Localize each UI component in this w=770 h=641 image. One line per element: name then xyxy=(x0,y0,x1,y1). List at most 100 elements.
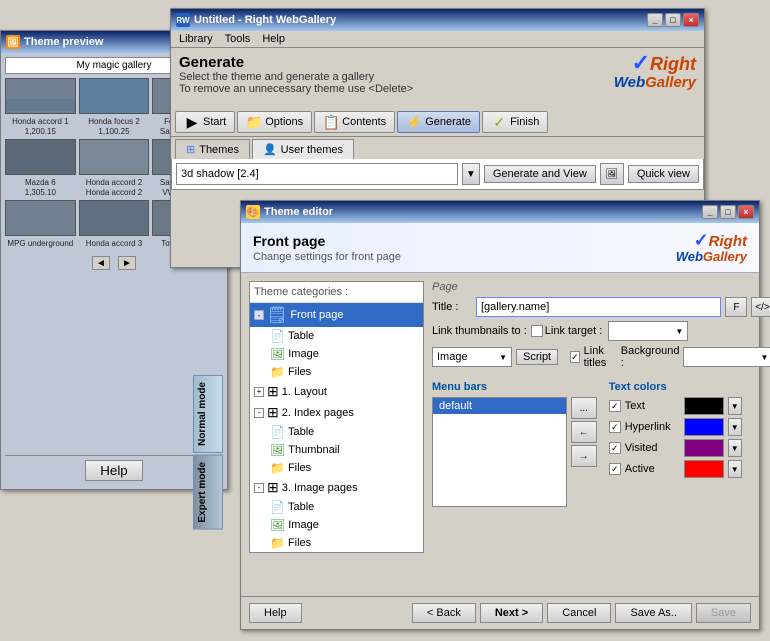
tree-item-index-pages[interactable]: - ⊞ 2. Index pages xyxy=(250,402,423,423)
text-color-active-checkbox[interactable]: ✓ xyxy=(609,463,621,475)
editor-maximize-btn[interactable]: □ xyxy=(720,205,736,219)
right-panel: Page Title : F </> Link thumbnails to : … xyxy=(432,281,770,553)
menu-tools[interactable]: Tools xyxy=(225,33,251,45)
prev-arrow[interactable]: ◄ xyxy=(92,256,110,270)
rwg-content: ✓Right WebGallery Generate Select the th… xyxy=(171,48,704,108)
tree-label-files-3: Files xyxy=(288,537,311,549)
link-titles-checkbox[interactable]: ✓ xyxy=(570,351,580,363)
expert-mode-tab[interactable]: Expert mode xyxy=(193,455,223,530)
menu-list-item-default[interactable]: default xyxy=(433,398,566,414)
tree-item-files-2[interactable]: 📁 Files xyxy=(250,459,423,477)
text-color-visited-swatch xyxy=(684,439,724,457)
tree-item-folders[interactable]: + ⊞ 4. Folders xyxy=(250,552,423,553)
link-titles-label: Link titles xyxy=(584,345,609,369)
text-color-active-dropdown[interactable]: ▼ xyxy=(728,460,742,478)
themes-dropdown[interactable]: 3d shadow [2.4] xyxy=(176,163,458,185)
tree-item-image-pages[interactable]: - ⊞ 3. Image pages xyxy=(250,477,423,498)
editor-cancel-btn[interactable]: Cancel xyxy=(547,603,611,623)
themes-tabs: ⊞ Themes 👤 User themes xyxy=(171,137,704,159)
editor-window-title: Theme editor xyxy=(264,206,333,218)
rwg-maximize-btn[interactable]: □ xyxy=(665,13,681,27)
tree-label-files-2: Files xyxy=(288,462,311,474)
finish-btn[interactable]: ✓ Finish xyxy=(482,111,548,133)
page-section-label: Page xyxy=(432,281,770,293)
link-target-select[interactable]: ▼ xyxy=(608,321,688,341)
menu-dots-btn[interactable]: ... xyxy=(571,397,597,419)
editor-back-btn[interactable]: < Back xyxy=(412,603,476,623)
themes-dropdown-row: 3d shadow [2.4] ▼ Generate and View 🖼 Qu… xyxy=(171,159,704,190)
text-color-visited-checkbox[interactable]: ✓ xyxy=(609,442,621,454)
expand-layout[interactable]: + xyxy=(254,387,264,397)
menu-help[interactable]: Help xyxy=(262,33,285,45)
text-color-hyperlink-dropdown[interactable]: ▼ xyxy=(728,418,742,436)
tree-item-thumbnail[interactable]: 🖼 Thumbnail xyxy=(250,441,423,459)
script-btn[interactable]: Script xyxy=(516,349,558,365)
tag-btn[interactable]: </> xyxy=(751,297,770,317)
tree-item-table-3[interactable]: 📄 Table xyxy=(250,498,423,516)
generate-btn[interactable]: ⚡ Generate xyxy=(397,111,480,133)
rwg-logo: ✓Right WebGallery xyxy=(614,52,696,91)
tree-item-image-2[interactable]: 🖼 Image xyxy=(250,516,423,534)
thumb-price-4: 1,305.10 xyxy=(5,188,76,197)
thumb-label-4: Mazda 6 xyxy=(5,178,76,187)
options-btn[interactable]: 📁 Options xyxy=(237,111,312,133)
tree-item-front-page[interactable]: - 🗒 Front page xyxy=(250,303,423,327)
themes-tab[interactable]: ⊞ Themes xyxy=(175,139,250,159)
tree-label-layout: 1. Layout xyxy=(282,386,327,398)
files-3-icon: 📁 xyxy=(270,536,285,550)
editor-minimize-btn[interactable]: _ xyxy=(702,205,718,219)
quick-view-btn[interactable]: Quick view xyxy=(628,165,699,183)
generate-view-btn[interactable]: Generate and View xyxy=(484,165,596,183)
title-input[interactable] xyxy=(476,297,721,317)
tree-item-image-1[interactable]: 🖼 Image xyxy=(250,345,423,363)
editor-close-btn[interactable]: × xyxy=(738,205,754,219)
preview-help-btn[interactable]: Help xyxy=(85,460,142,481)
menu-next-btn[interactable]: → xyxy=(571,445,597,467)
tree-item-table-1[interactable]: 📄 Table xyxy=(250,327,423,345)
rwg-close-btn[interactable]: × xyxy=(683,13,699,27)
thumb-8 xyxy=(79,200,150,236)
thumb-1 xyxy=(5,78,76,114)
image-select[interactable]: Image ▼ xyxy=(432,347,512,367)
menu-prev-btn[interactable]: ← xyxy=(571,421,597,443)
expand-front-page[interactable]: - xyxy=(254,310,264,320)
text-color-text-dropdown[interactable]: ▼ xyxy=(728,397,742,415)
rwg-minimize-btn[interactable]: _ xyxy=(647,13,663,27)
expand-image-pages[interactable]: - xyxy=(254,483,264,493)
expand-index[interactable]: - xyxy=(254,408,264,418)
contents-btn[interactable]: 📋 Contents xyxy=(314,111,395,133)
image-select-arrow: ▼ xyxy=(499,353,507,362)
user-themes-tab[interactable]: 👤 User themes xyxy=(252,139,354,159)
image-1-icon: 🖼 xyxy=(270,347,285,361)
editor-nav-btns: < Back Next > Cancel Save As.. Save xyxy=(412,603,751,623)
editor-next-btn[interactable]: Next > xyxy=(480,603,543,623)
text-color-hyperlink-row: ✓ Hyperlink ▼ xyxy=(609,418,770,436)
thumb-label-8: Honda accord 3 xyxy=(79,239,150,248)
normal-mode-tab[interactable]: Normal mode xyxy=(193,375,223,453)
finish-icon: ✓ xyxy=(491,114,507,130)
themes-dropdown-btn[interactable]: ▼ xyxy=(462,163,480,185)
editor-save-btn[interactable]: Save xyxy=(696,603,751,623)
text-color-visited-label: Visited xyxy=(625,442,680,454)
link-target-checkbox[interactable] xyxy=(531,325,543,337)
tree-item-files-3[interactable]: 📁 Files xyxy=(250,534,423,552)
text-colors-title: Text colors xyxy=(609,381,770,393)
next-arrow[interactable]: ► xyxy=(118,256,136,270)
font-btn[interactable]: F xyxy=(725,297,747,317)
editor-save-as-btn[interactable]: Save As.. xyxy=(615,603,691,623)
view-icon-btn[interactable]: 🖼 xyxy=(600,163,624,185)
menu-library[interactable]: Library xyxy=(179,33,213,45)
text-color-hyperlink-label: Hyperlink xyxy=(625,421,680,433)
text-color-text-checkbox[interactable]: ✓ xyxy=(609,400,621,412)
tree-item-table-2[interactable]: 📄 Table xyxy=(250,423,423,441)
tree-item-layout[interactable]: + ⊞ 1. Layout xyxy=(250,381,423,402)
thumb-label-2: Honda focus 2 xyxy=(79,117,150,126)
start-btn[interactable]: ▶ Start xyxy=(175,111,235,133)
text-color-visited-dropdown[interactable]: ▼ xyxy=(728,439,742,457)
editor-help-btn[interactable]: Help xyxy=(249,603,302,623)
menu-bars-section: Menu bars default ... ← → xyxy=(432,381,597,507)
text-color-hyperlink-checkbox[interactable]: ✓ xyxy=(609,421,621,433)
tree-item-files-1[interactable]: 📁 Files xyxy=(250,363,423,381)
background-select[interactable]: ▼ xyxy=(683,347,770,367)
contents-icon: 📋 xyxy=(323,114,339,130)
